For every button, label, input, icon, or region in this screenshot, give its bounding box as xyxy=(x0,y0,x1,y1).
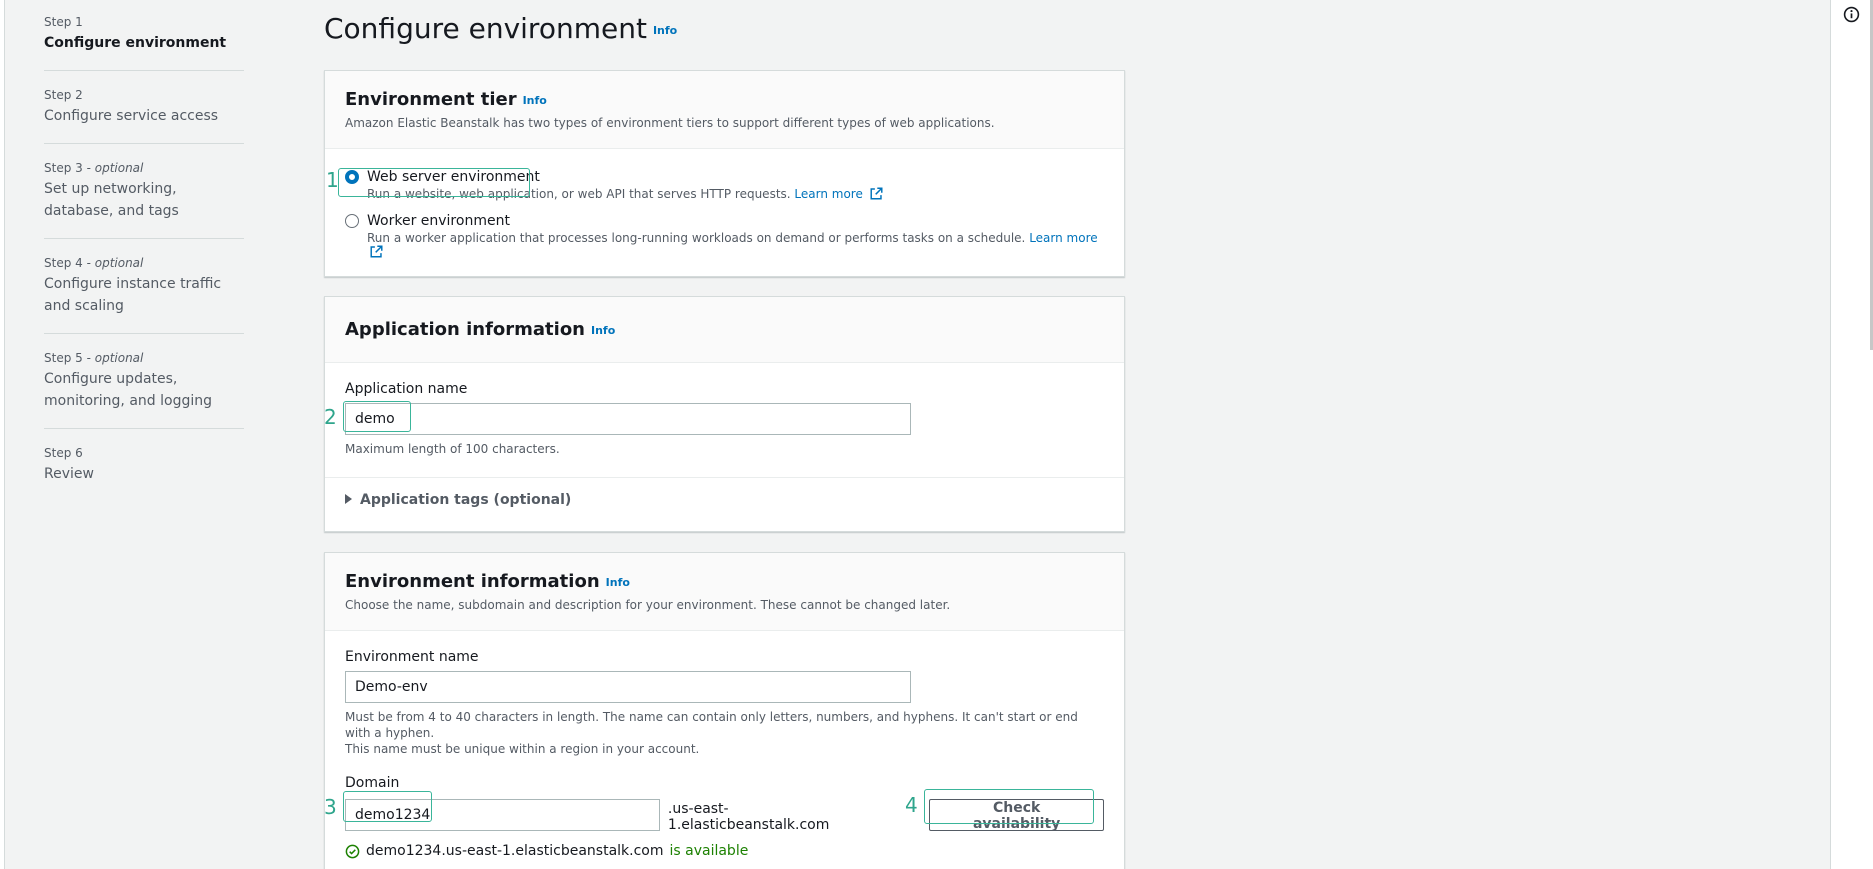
expander-label: Application tags (optional) xyxy=(360,492,572,508)
application-name-label: Application name xyxy=(345,381,468,397)
panel-description: Amazon Elastic Beanstalk has two types o… xyxy=(345,116,995,130)
left-edge xyxy=(0,0,5,869)
application-name-hint: Maximum length of 100 characters. xyxy=(345,442,560,456)
step-label: Configure instance traffic and scaling xyxy=(44,276,222,314)
availability-status: demo1234.us-east-1.elasticbeanstalk.com … xyxy=(345,843,1104,859)
wizard-step-5[interactable]: Step 5 - optional Configure updates, mon… xyxy=(44,348,244,429)
step-number: Step 6 xyxy=(44,446,83,460)
external-link-icon[interactable] xyxy=(870,187,883,200)
application-tags-expander[interactable]: Application tags (optional) xyxy=(325,477,1124,522)
environment-name-hint: Must be from 4 to 40 characters in lengt… xyxy=(345,710,1078,756)
radio-label: Web server environment xyxy=(367,169,540,185)
learn-more-link[interactable]: Learn more xyxy=(794,187,862,201)
wizard-step-2[interactable]: Step 2 Configure service access xyxy=(44,85,244,144)
step-label: Review xyxy=(44,466,94,482)
panel-header: Environment tier Info Amazon Elastic Bean… xyxy=(325,71,1124,149)
wizard-step-4[interactable]: Step 4 - optional Configure instance tra… xyxy=(44,253,244,334)
env-info-link[interactable]: Info xyxy=(606,576,630,589)
check-availability-button[interactable]: Check availability xyxy=(929,799,1104,832)
environment-info-panel: Environment information Info Choose the n… xyxy=(324,552,1125,869)
step-label: Configure updates, monitoring, and loggi… xyxy=(44,371,212,409)
availability-host: demo1234.us-east-1.elasticbeanstalk.com xyxy=(366,843,664,859)
app-info-link[interactable]: Info xyxy=(591,324,615,337)
step-number: Step 1 xyxy=(44,15,83,29)
step-number: Step 2 xyxy=(44,88,83,102)
radio-label: Worker environment xyxy=(367,213,510,229)
caret-right-icon xyxy=(345,494,352,504)
learn-more-link[interactable]: Learn more xyxy=(1029,231,1097,245)
step-label: Configure service access xyxy=(44,108,219,124)
annotation-number-1: 1 xyxy=(326,168,339,192)
environment-name-label: Environment name xyxy=(345,649,479,665)
radio-description: Run a worker application that processes … xyxy=(367,231,1104,259)
panel-title: Application information Info xyxy=(345,319,616,340)
env-fields: Environment name Demo-env Must be from 4… xyxy=(325,631,1124,869)
annotation-number-4: 4 xyxy=(905,793,918,817)
check-circle-icon xyxy=(345,844,360,858)
environment-tier-panel: Environment tier Info Amazon Elastic Bean… xyxy=(324,70,1125,277)
step-number: Step 5 - optional xyxy=(44,351,144,365)
step-number: Step 3 - optional xyxy=(44,161,144,175)
availability-text: is available xyxy=(669,843,749,859)
step-number: Step 4 - optional xyxy=(44,256,144,270)
annotation-number-2: 2 xyxy=(324,405,337,429)
wizard-steps: Step 1 Configure environment Step 2 Conf… xyxy=(44,12,244,515)
panel-title: Environment information Info xyxy=(345,571,630,592)
step-label: Set up networking, database, and tags xyxy=(44,181,179,219)
step-label: Configure environment xyxy=(44,35,227,51)
application-info-panel: Application information Info Application … xyxy=(324,296,1125,532)
environment-name-input[interactable]: Demo-env xyxy=(345,671,911,703)
radio-description: Run a website, web application, or web A… xyxy=(367,187,1104,201)
application-name-input[interactable]: demo xyxy=(345,403,911,435)
panel-description: Choose the name, subdomain and descripti… xyxy=(345,598,951,612)
page-title: Configure environment Info xyxy=(324,12,677,45)
radio-button-checked[interactable] xyxy=(345,170,359,184)
panel-header: Environment information Info Choose the n… xyxy=(325,553,1124,631)
annotation-number-3: 3 xyxy=(324,795,337,819)
radio-web-server[interactable]: Web server environment Run a website, we… xyxy=(345,169,1104,201)
domain-row: demo1234 .us-east-1.elasticbeanstalk.com… xyxy=(345,797,1104,833)
wizard-step-3[interactable]: Step 3 - optional Set up networking, dat… xyxy=(44,158,244,239)
page-title-text: Configure environment xyxy=(324,12,647,45)
panel-header: Application information Info xyxy=(325,297,1124,363)
tier-info-link[interactable]: Info xyxy=(523,94,547,107)
domain-suffix: .us-east-1.elasticbeanstalk.com xyxy=(667,801,830,833)
wizard-step-6[interactable]: Step 6 Review xyxy=(44,443,244,501)
wizard-step-1[interactable]: Step 1 Configure environment xyxy=(44,12,244,71)
right-tools-rail xyxy=(1830,0,1873,869)
domain-label: Domain xyxy=(345,775,400,791)
app-fields: Application name demo Maximum length of … xyxy=(325,363,1124,477)
info-circle-icon[interactable] xyxy=(1843,6,1860,23)
radio-worker[interactable]: Worker environment Run a worker applicat… xyxy=(345,213,1104,259)
panel-title: Environment tier Info xyxy=(345,89,547,110)
external-link-icon[interactable] xyxy=(370,245,383,258)
tier-options: Web server environment Run a website, we… xyxy=(325,149,1124,289)
domain-input[interactable]: demo1234 xyxy=(345,799,660,831)
radio-button[interactable] xyxy=(345,214,359,228)
page-info-link[interactable]: Info xyxy=(653,24,677,37)
